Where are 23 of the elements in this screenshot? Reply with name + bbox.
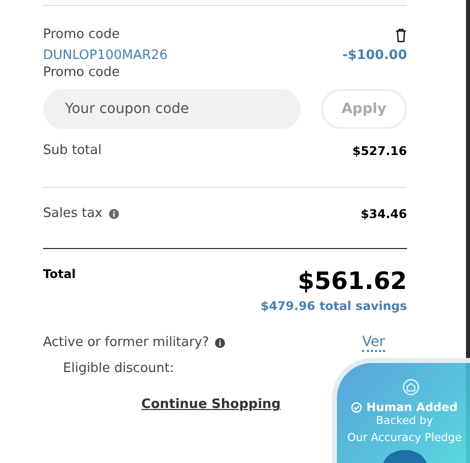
badge-text: Backed by xyxy=(376,414,434,428)
accuracy-badge[interactable]: Human Added Backed by Our Accuracy Pledge xyxy=(332,358,470,463)
eligible-discount-label: Eligible discount: xyxy=(63,360,174,378)
sales-tax-label: Sales tax xyxy=(43,205,102,223)
info-icon[interactable] xyxy=(108,209,118,219)
trash-icon[interactable] xyxy=(395,28,407,42)
subtotal-value: $527.16 xyxy=(352,144,407,158)
badge-title: Human Added xyxy=(366,400,458,414)
subtotal-label: Sub total xyxy=(43,142,102,160)
promo-label: Promo code xyxy=(43,26,120,44)
promo-amount: -$100.00 xyxy=(342,48,407,63)
total-savings: $479.96 total savings xyxy=(260,299,407,313)
check-circle-icon xyxy=(351,402,362,413)
total-value: $561.62 xyxy=(298,267,407,295)
continue-shopping-link[interactable]: Continue Shopping xyxy=(141,397,281,412)
badge-text: Our Accuracy Pledge xyxy=(347,431,462,444)
sales-tax-value: $34.46 xyxy=(360,207,407,221)
info-icon[interactable] xyxy=(215,338,226,348)
verify-link[interactable]: Ver xyxy=(362,334,385,352)
promo-code: DUNLOP100MAR26 xyxy=(43,48,168,63)
coupon-label: Promo code xyxy=(43,64,120,82)
military-label: Active or former military? xyxy=(43,334,210,352)
total-label: Total xyxy=(43,267,76,281)
